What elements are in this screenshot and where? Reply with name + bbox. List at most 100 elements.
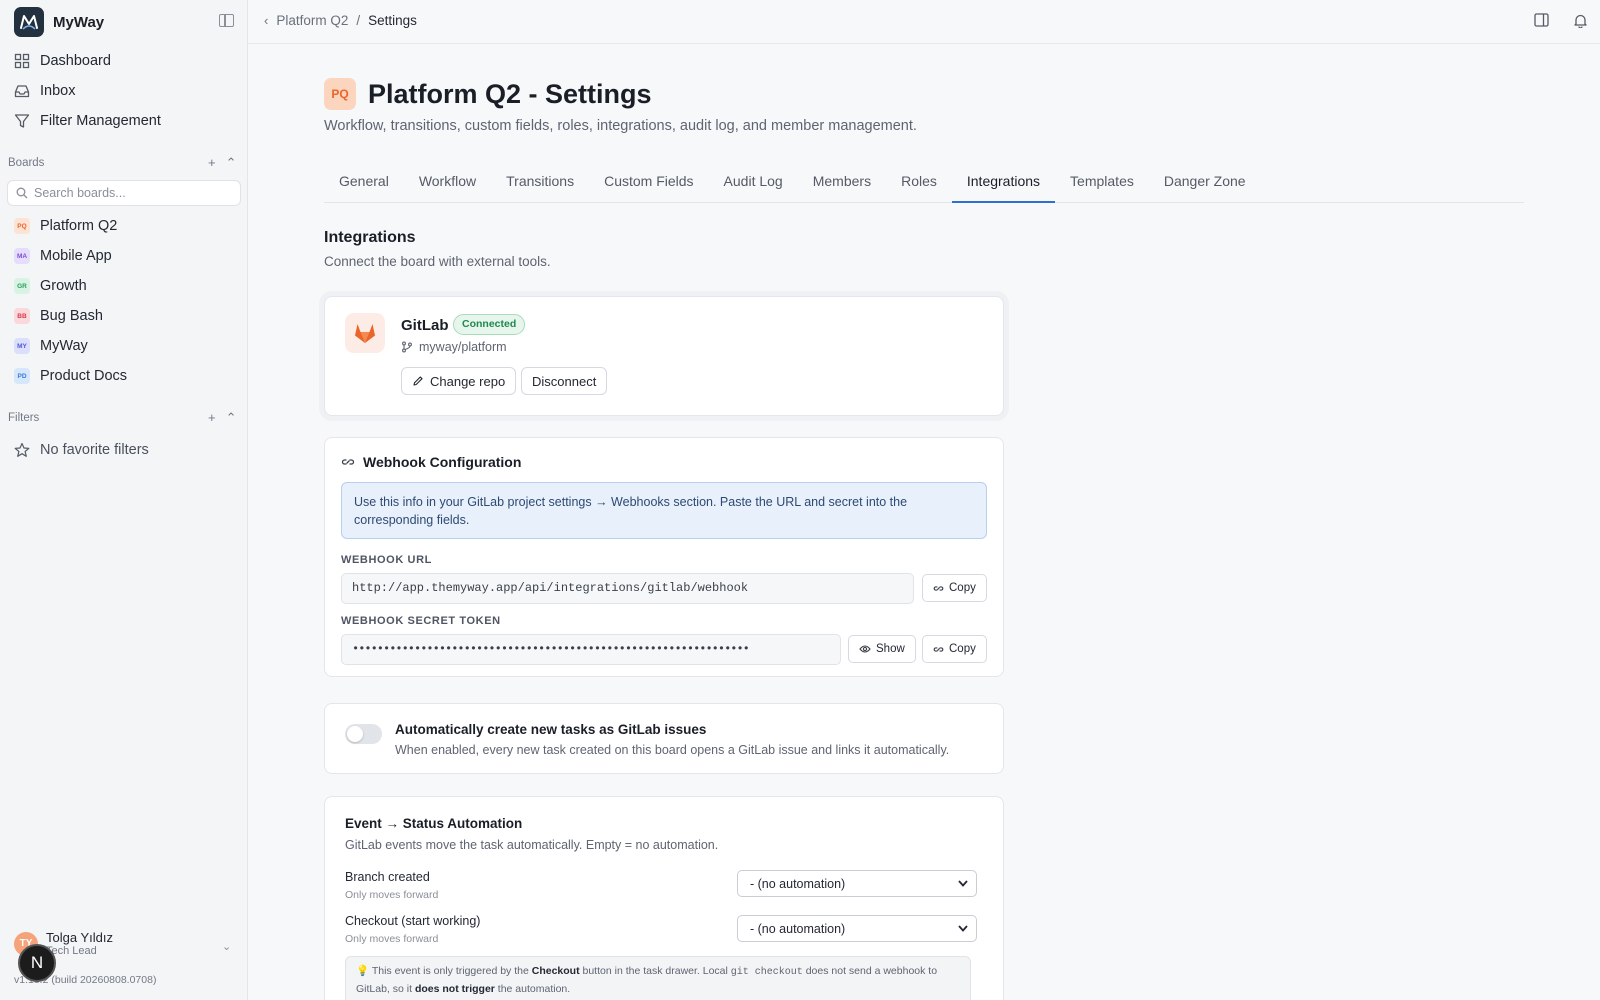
collapse-sidebar-icon[interactable] — [219, 14, 234, 27]
branch-created-select[interactable]: - (no automation) — [737, 870, 977, 897]
tab-workflow[interactable]: Workflow — [404, 164, 491, 203]
panel-toggle-icon[interactable] — [1534, 13, 1549, 27]
board-label: Product Docs — [40, 368, 128, 384]
board-badge: PD — [14, 368, 30, 384]
brand[interactable]: MyWay — [14, 7, 104, 37]
copy-secret-button[interactable]: Copy — [922, 635, 987, 663]
star-icon — [14, 442, 30, 457]
board-label: MyWay — [40, 338, 88, 354]
checkout-note: 💡 This event is only triggered by the Ch… — [345, 956, 971, 1000]
rule-help: Only moves forward — [345, 933, 439, 945]
repo-info: myway/platform — [401, 340, 507, 354]
auto-create-toggle[interactable] — [345, 724, 382, 744]
page-subtitle: Workflow, transitions, custom fields, ro… — [324, 118, 917, 134]
search-boards-input[interactable]: Search boards... — [7, 180, 241, 206]
pencil-icon — [413, 376, 423, 386]
chevron-down-icon — [958, 925, 968, 932]
board-item-platform-q2[interactable]: PQ Platform Q2 — [14, 215, 117, 237]
note-text: This event is only triggered by the — [371, 965, 529, 977]
copy-label: Copy — [949, 582, 976, 594]
select-value: - (no automation) — [750, 921, 846, 936]
status-badge: Connected — [453, 314, 526, 335]
board-label: Bug Bash — [40, 308, 103, 324]
n-badge-button[interactable]: N — [18, 944, 56, 982]
note-code: git checkout — [730, 967, 803, 978]
board-badge: PQ — [14, 218, 30, 234]
show-label: Show — [876, 643, 905, 655]
note-text: button in the task drawer. Local — [582, 965, 728, 977]
nav-item-dashboard[interactable]: Dashboard — [14, 50, 111, 72]
boards-section-label: Boards — [8, 157, 45, 169]
board-item-mobile-app[interactable]: MA Mobile App — [14, 245, 112, 267]
inbox-icon — [14, 85, 30, 98]
webhook-url-label: WEBHOOK URL — [341, 554, 432, 566]
chevron-left-icon[interactable]: ‹ — [264, 13, 268, 28]
disconnect-label: Disconnect — [532, 373, 597, 389]
automation-card: Event → Status Automation GitLab events … — [324, 796, 1004, 1000]
branch-icon — [402, 341, 412, 353]
webhook-secret-field[interactable]: ••••••••••••••••••••••••••••••••••••••••… — [341, 634, 841, 665]
nav-item-inbox[interactable]: Inbox — [14, 80, 75, 102]
board-item-product-docs[interactable]: PD Product Docs — [14, 365, 127, 387]
note-text: the automation. — [497, 983, 571, 995]
lightbulb-icon: 💡 — [356, 965, 370, 977]
nav-item-filter-management[interactable]: Filter Management — [14, 110, 161, 132]
brand-name: MyWay — [53, 13, 105, 31]
collapse-filters-icon[interactable]: ⌃ — [226, 410, 237, 426]
tab-integrations[interactable]: Integrations — [951, 164, 1056, 203]
tab-audit-log[interactable]: Audit Log — [709, 164, 798, 203]
automation-subtitle: GitLab events move the task automaticall… — [345, 838, 719, 852]
breadcrumb-parent[interactable]: Platform Q2 — [276, 13, 348, 28]
add-board-icon[interactable]: + — [208, 155, 216, 171]
rule-label: Branch created — [345, 870, 430, 884]
board-badge: PQ — [324, 78, 356, 110]
tab-templates[interactable]: Templates — [1055, 164, 1149, 203]
collapse-boards-icon[interactable]: ⌃ — [226, 155, 237, 171]
integrations-subtitle: Connect the board with external tools. — [324, 254, 551, 269]
settings-tabs: General Workflow Transitions Custom Fiel… — [324, 164, 1524, 203]
board-item-growth[interactable]: GR Growth — [14, 275, 87, 297]
dashboard-icon — [14, 53, 30, 69]
tab-roles[interactable]: Roles — [886, 164, 952, 203]
no-favorite-filters-text: No favorite filters — [40, 442, 149, 458]
chevron-down-icon — [958, 880, 968, 887]
tab-transitions[interactable]: Transitions — [491, 164, 589, 203]
auto-create-title: Automatically create new tasks as GitLab… — [395, 722, 707, 737]
add-filter-icon[interactable]: + — [208, 410, 216, 426]
gitlab-name: GitLab — [401, 317, 449, 334]
board-label: Platform Q2 — [40, 218, 118, 234]
chevron-down-icon[interactable]: ⌄ — [222, 940, 231, 953]
breadcrumb-current: Settings — [368, 13, 417, 28]
tab-members[interactable]: Members — [798, 164, 886, 203]
disconnect-button[interactable]: Disconnect — [521, 367, 608, 395]
eye-icon — [859, 645, 871, 653]
favorite-filters-empty: No favorite filters — [14, 439, 149, 461]
sidebar: MyWay Dashboard Inbox Filter Management … — [0, 0, 248, 1000]
gitlab-card: GitLab Connected myway/platform Change r… — [324, 296, 1004, 416]
board-item-myway[interactable]: MY MyWay — [14, 335, 88, 357]
copy-url-button[interactable]: Copy — [922, 574, 987, 602]
user-role: Tech Lead — [46, 945, 97, 957]
change-repo-button[interactable]: Change repo — [401, 367, 517, 395]
tab-danger-zone[interactable]: Danger Zone — [1149, 164, 1261, 203]
select-value: - (no automation) — [750, 876, 846, 891]
rule-help: Only moves forward — [345, 889, 439, 901]
search-icon — [16, 187, 28, 199]
copy-label: Copy — [949, 643, 976, 655]
tab-general[interactable]: General — [324, 164, 404, 203]
show-secret-button[interactable]: Show — [848, 635, 916, 663]
breadcrumb-separator: / — [356, 13, 361, 28]
gitlab-icon — [345, 313, 385, 353]
webhook-url-field[interactable]: http://app.themyway.app/api/integrations… — [341, 573, 914, 604]
bell-icon[interactable] — [1573, 13, 1588, 28]
auto-create-description: When enabled, every new task created on … — [395, 743, 950, 757]
checkout-select[interactable]: - (no automation) — [737, 915, 977, 942]
repo-name: myway/platform — [419, 340, 507, 354]
integrations-title: Integrations — [324, 229, 416, 246]
link-icon — [933, 646, 944, 652]
tab-custom-fields[interactable]: Custom Fields — [589, 164, 708, 203]
board-item-bug-bash[interactable]: BB Bug Bash — [14, 305, 103, 327]
board-label: Growth — [40, 278, 87, 294]
board-badge: MY — [14, 338, 30, 354]
note-bold: does not trigger — [414, 983, 495, 995]
